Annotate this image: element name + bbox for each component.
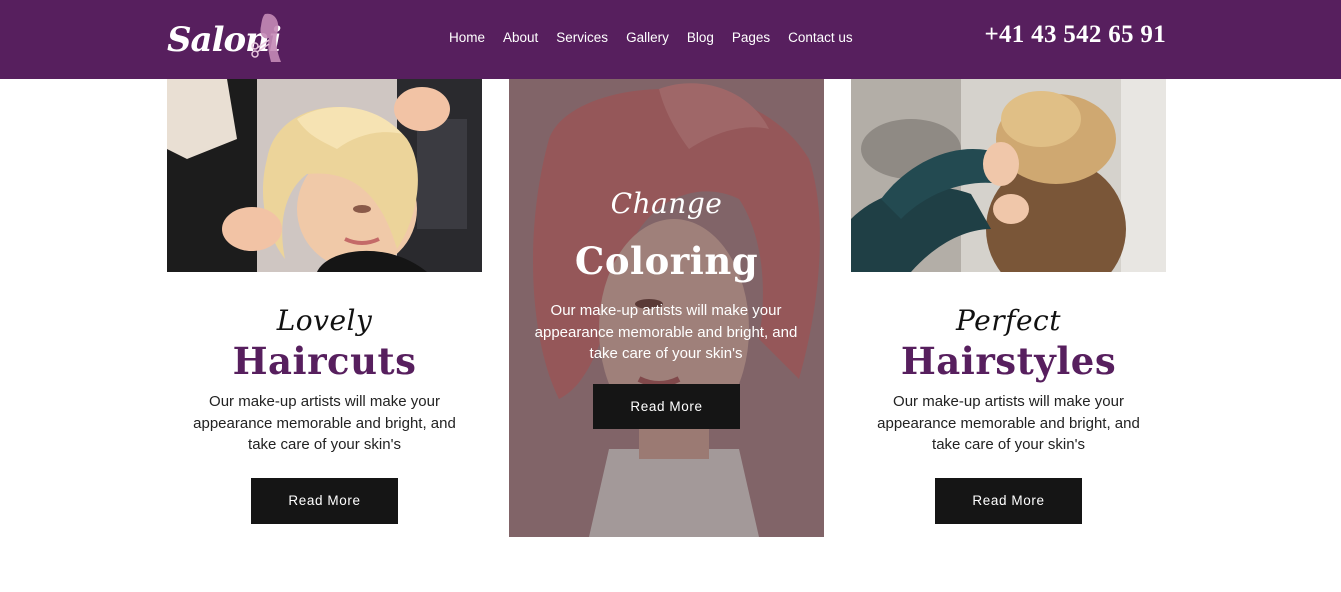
nav-blog[interactable]: Blog [678,28,723,48]
haircuts-body: Lovely Haircuts Our make-up artists will… [167,304,482,524]
nav-pages[interactable]: Pages [723,28,779,48]
hair-scissors-icon [251,13,281,62]
service-card-coloring: Change Coloring Our make-up artists will… [509,79,824,537]
site-header: Saloni Home About Services Gallery Blog … [0,0,1341,79]
haircuts-script-heading: Lovely [276,304,373,337]
main-nav: Home About Services Gallery Blog Pages C… [440,28,862,48]
haircut-photo [167,79,482,272]
nav-home[interactable]: Home [440,28,494,48]
service-card-haircuts: Lovely Haircuts Our make-up artists will… [167,79,482,524]
phone-number[interactable]: +41 43 542 65 91 [984,21,1166,49]
hairstyles-description: Our make-up artists will make your appea… [877,393,1140,453]
nav-services[interactable]: Services [547,28,617,48]
coloring-title: Coloring [574,239,759,283]
nav-contact[interactable]: Contact us [779,28,862,48]
coloring-content: Change Coloring Our make-up artists will… [509,79,824,537]
hairstyles-read-more-button[interactable]: Read More [935,477,1082,524]
hairstyles-body: Perfect Hairstyles Our make-up artists w… [851,304,1166,524]
hairstyles-title: Hairstyles [900,339,1117,383]
coloring-description: Our make-up artists will make your appea… [534,302,798,362]
saloni-logo[interactable]: Saloni [167,13,282,66]
coloring-script-heading: Change [610,187,723,220]
nav-about[interactable]: About [494,28,547,48]
coloring-read-more-button[interactable]: Read More [593,384,740,429]
hairstyle-photo [851,79,1166,272]
haircuts-read-more-button[interactable]: Read More [251,477,398,524]
service-card-hairstyles: Perfect Hairstyles Our make-up artists w… [851,79,1166,524]
hairstyles-script-heading: Perfect [956,304,1061,337]
haircuts-title: Haircuts [232,339,417,383]
haircuts-description: Our make-up artists will make your appea… [193,393,456,453]
nav-gallery[interactable]: Gallery [617,28,678,48]
